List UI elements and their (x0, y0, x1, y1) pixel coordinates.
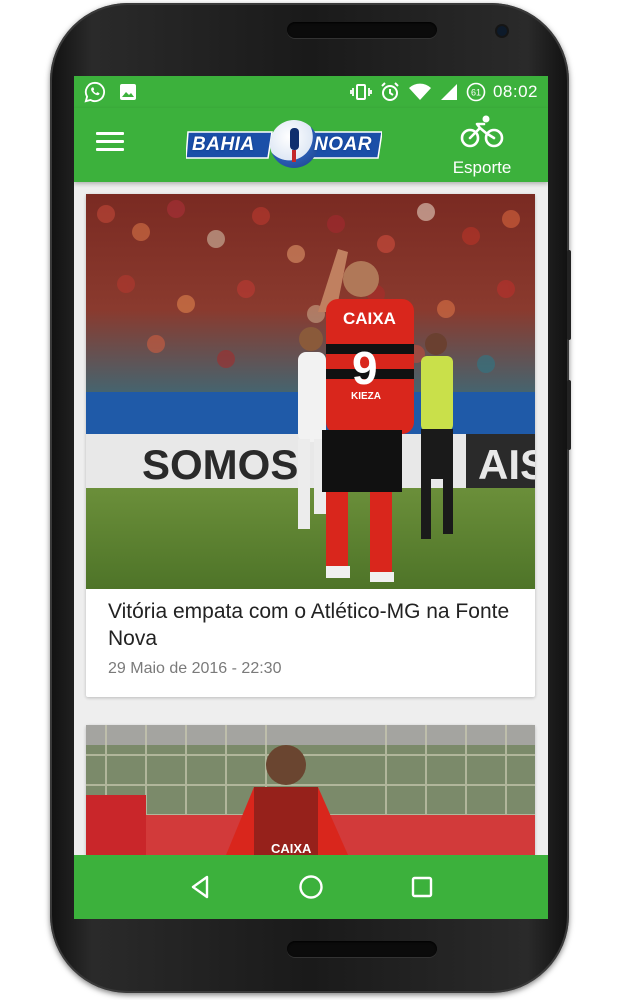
top-speaker (287, 22, 437, 38)
microphone-icon (270, 120, 318, 168)
news-title[interactable]: Vitória empata com o Atlético-MG na Font… (108, 598, 518, 652)
svg-text:61: 61 (471, 88, 481, 98)
power-button (567, 380, 571, 450)
bottom-speaker (287, 941, 437, 957)
svg-text:9: 9 (352, 342, 378, 394)
clock: 08:02 (492, 82, 538, 101)
volume-button (567, 250, 571, 340)
signal-icon (439, 82, 459, 102)
logo-text-noar: NOAR (314, 134, 372, 155)
news-card[interactable]: SOMOS AIS CAIXA 9 KIEZA Vitória empata c… (86, 194, 535, 697)
hamburger-menu-icon[interactable] (96, 132, 124, 158)
status-bar: 61 08:02 (74, 76, 548, 108)
bicycle-icon (460, 115, 504, 154)
whatsapp-icon (84, 81, 106, 103)
wifi-icon (408, 82, 432, 102)
bahia-no-ar-logo: BAHIA NOAR (186, 118, 382, 172)
app-screen: 61 08:02 BAHIA NOAR Esporte SOMOS AIS CA… (74, 76, 548, 919)
news-date: 29 Maio de 2016 - 22:30 (108, 660, 282, 677)
news-card[interactable]: CAIXA (86, 725, 535, 855)
vibrate-icon (350, 82, 372, 102)
news-card-image: SOMOS AIS CAIXA 9 KIEZA (86, 194, 535, 589)
back-triangle-icon[interactable] (180, 867, 220, 907)
news-feed[interactable]: SOMOS AIS CAIXA 9 KIEZA Vitória empata c… (74, 182, 548, 855)
svg-text:KIEZA: KIEZA (351, 391, 381, 402)
svg-text:CAIXA: CAIXA (271, 841, 312, 855)
svg-text:AIS: AIS (478, 441, 535, 488)
android-nav-bar (74, 855, 548, 919)
home-circle-icon[interactable] (291, 867, 331, 907)
logo-text-bahia: BAHIA (192, 134, 255, 155)
sport-section-label: Esporte (452, 158, 512, 177)
recents-square-icon[interactable] (402, 867, 442, 907)
news-card-image: CAIXA (86, 725, 535, 855)
app-bar: BAHIA NOAR Esporte (74, 108, 548, 182)
svg-text:CAIXA: CAIXA (343, 309, 396, 328)
front-camera (497, 26, 507, 36)
image-icon (118, 82, 138, 102)
battery-icon: 61 (466, 82, 486, 102)
sport-section-button[interactable]: Esporte (439, 114, 525, 178)
svg-text:SOMOS: SOMOS (142, 441, 298, 488)
alarm-icon (379, 81, 401, 103)
